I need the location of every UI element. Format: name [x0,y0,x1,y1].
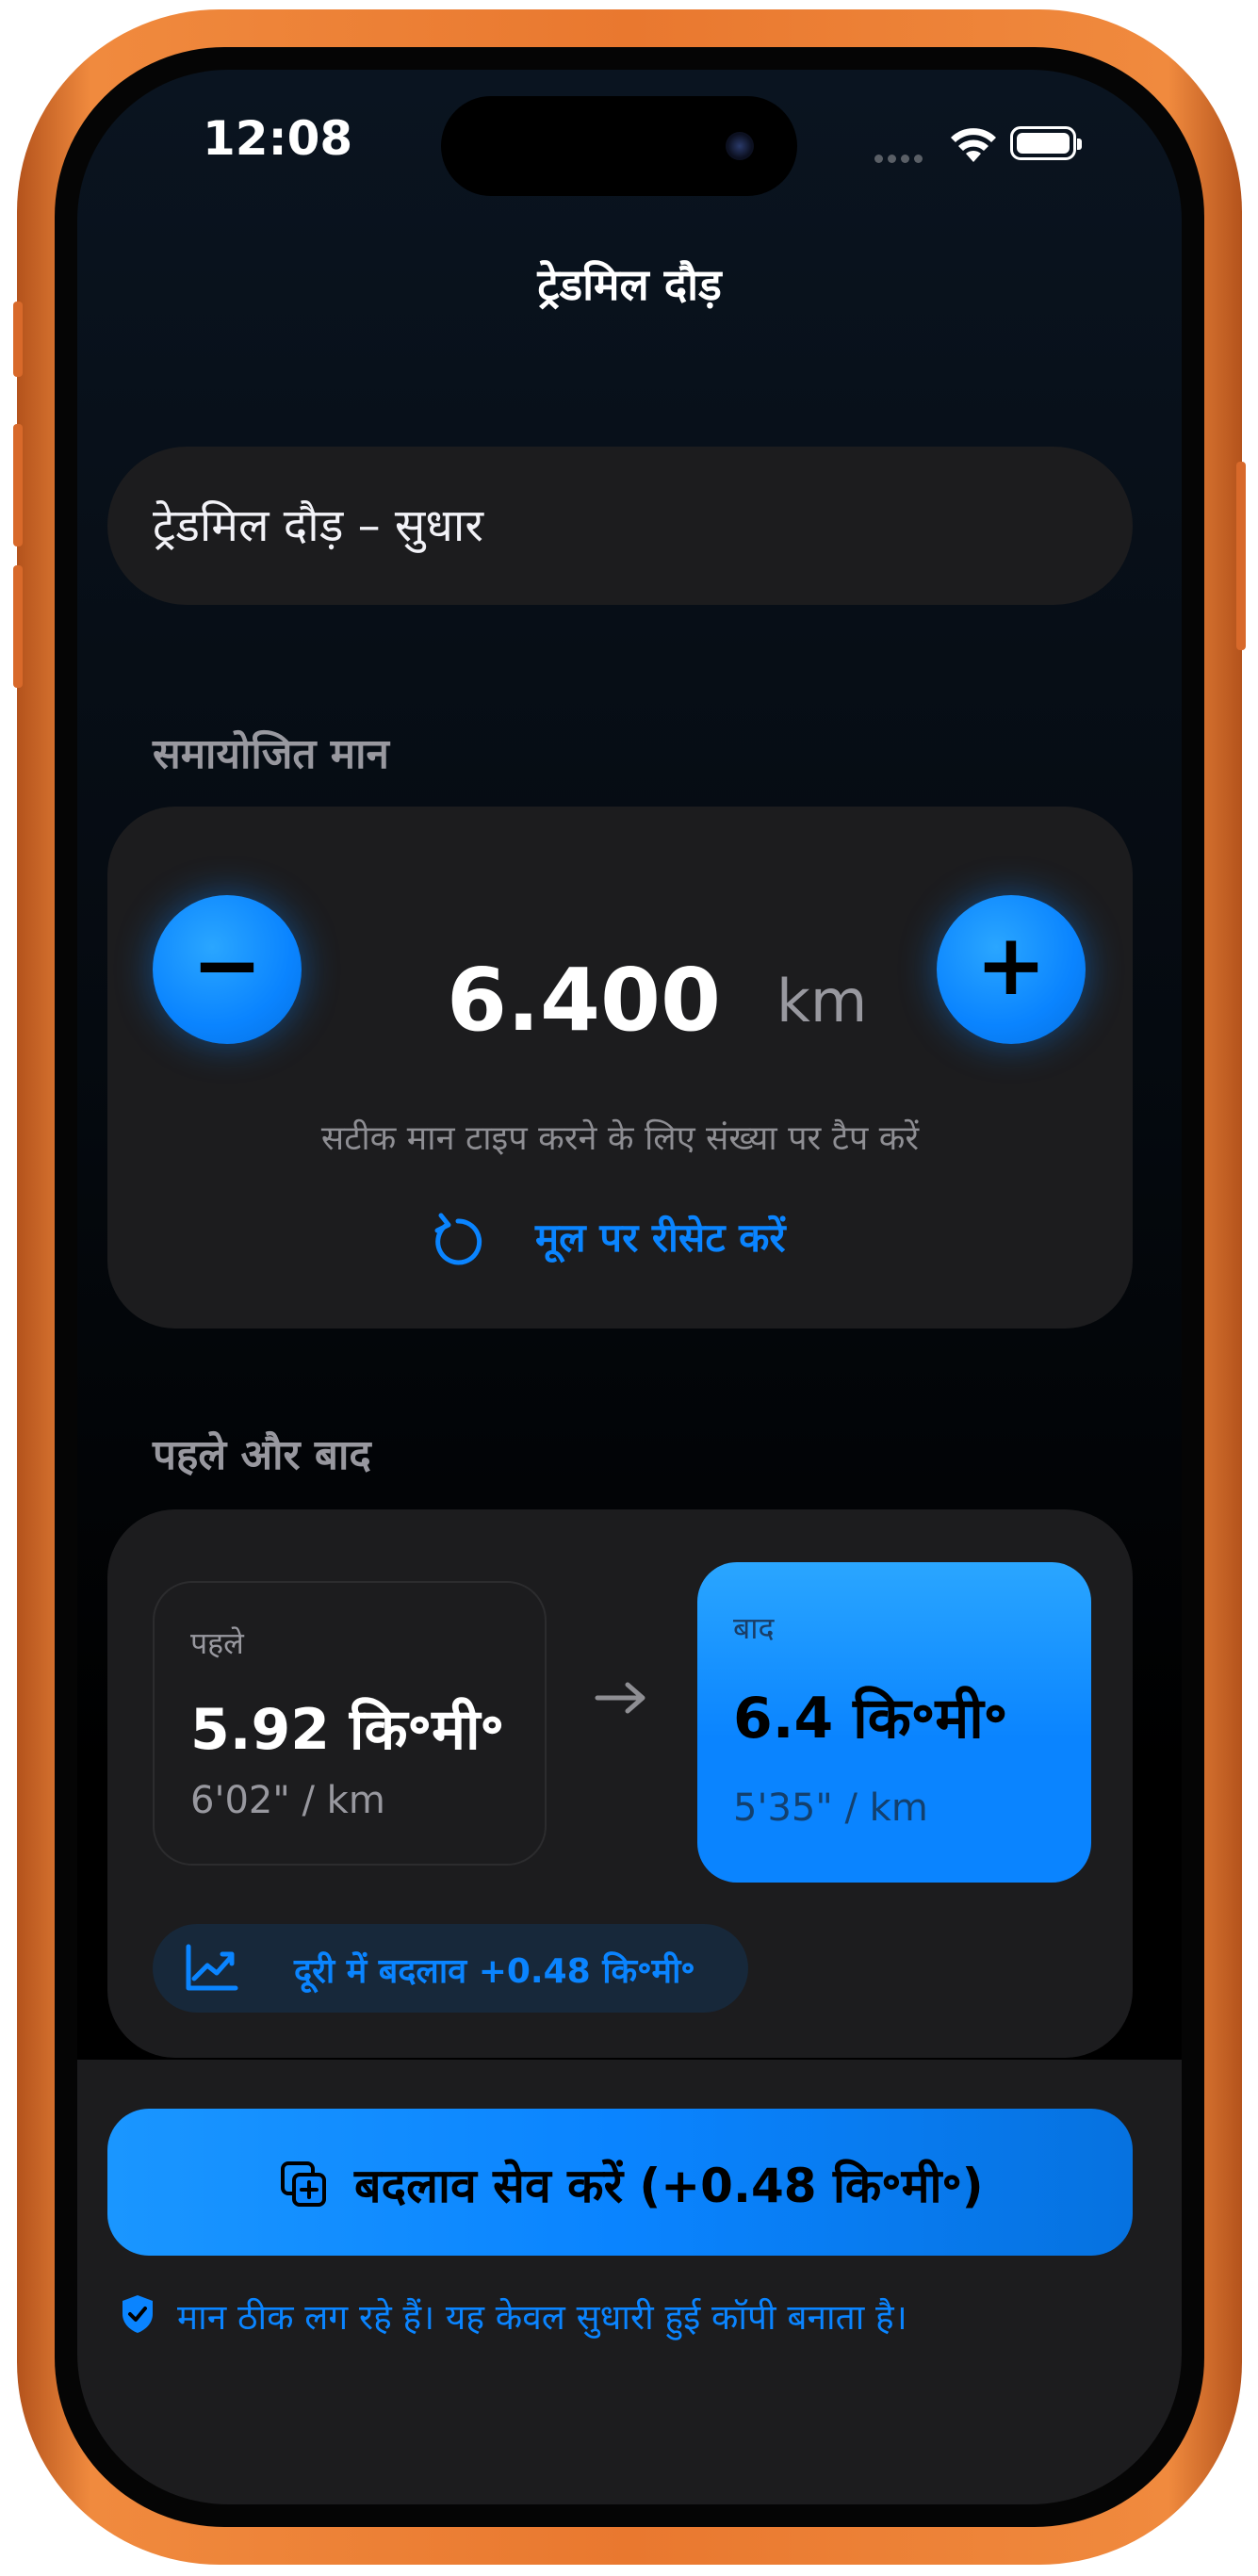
after-distance: 6.4 कि॰मी॰ [733,1686,1008,1752]
signal-dots-icon [874,149,931,163]
after-caption: बाद [733,1610,775,1646]
save-button-label: बदलाव सेव करें (+0.48 कि॰मी॰) [354,2159,984,2213]
before-caption: पहले [190,1625,244,1661]
delta-badge: दूरी में बदलाव +0.48 कि॰मी॰ [153,1924,748,2013]
status-bar: 12:08 [77,70,1182,230]
unit-label: km [776,967,868,1035]
volume-down-button [13,565,23,688]
shield-check-icon [123,2295,153,2333]
decrement-button[interactable]: − [153,895,302,1044]
volume-up-button [13,424,23,546]
hint-text: सटीक मान टाइप करने के लिए संख्या पर टैप … [320,1119,920,1158]
save-button[interactable]: बदलाव सेव करें (+0.48 कि॰मी॰) [107,2109,1133,2256]
name-input[interactable]: ट्रेडमिल दौड़ – सुधार [107,447,1133,605]
trend-up-icon [186,1944,238,1991]
screen: 12:08 ट्रेडमिल दौड़ ट्रेडमिल दौड़ – सुधा… [77,70,1182,2504]
action-button [13,302,23,377]
increment-button[interactable]: + [937,895,1086,1044]
adjust-card: − 6.400 km + सटीक मान टाइप करने के लिए स… [107,807,1133,1329]
power-button [1236,462,1246,650]
status-time: 12:08 [203,111,353,166]
reset-label: मूल पर रीसेट करें [535,1215,786,1261]
footer-note: मान ठीक लग रहे हैं। यह केवल सुधारी हुई क… [177,2297,907,2338]
before-box: पहले 5.92 कि॰मी॰ 6'02" / km [153,1581,547,1866]
delta-text: दूरी में बदलाव +0.48 कि॰मी॰ [294,1952,695,1991]
adjusted-value[interactable]: 6.400 [447,950,721,1051]
before-distance: 5.92 कि॰मी॰ [190,1697,505,1763]
adjust-section-label: समायोजित मान [153,730,389,778]
after-box: बाद 6.4 कि॰मी॰ 5'35" / km [697,1562,1091,1883]
battery-icon [1010,126,1082,160]
duplicate-plus-icon [281,2161,326,2207]
after-pace: 5'35" / km [733,1786,928,1830]
page-title: ट्रेडमिल दौड़ [537,259,722,310]
camera-icon [726,132,754,160]
phone-frame: 12:08 ट्रेडमिल दौड़ ट्रेडमिल दौड़ – सुधा… [13,9,1246,2565]
dynamic-island [441,96,797,196]
arrow-right-icon [595,1682,645,1714]
bezel: 12:08 ट्रेडमिल दौड़ ट्रेडमिल दौड़ – सुधा… [55,47,1204,2527]
compare-card: पहले 5.92 कि॰मी॰ 6'02" / km बाद 6.4 कि॰म… [107,1509,1133,2058]
wifi-icon [951,128,996,162]
before-pace: 6'02" / km [190,1779,385,1822]
compare-section-label: पहले और बाद [153,1431,371,1479]
reset-icon [434,1213,482,1265]
